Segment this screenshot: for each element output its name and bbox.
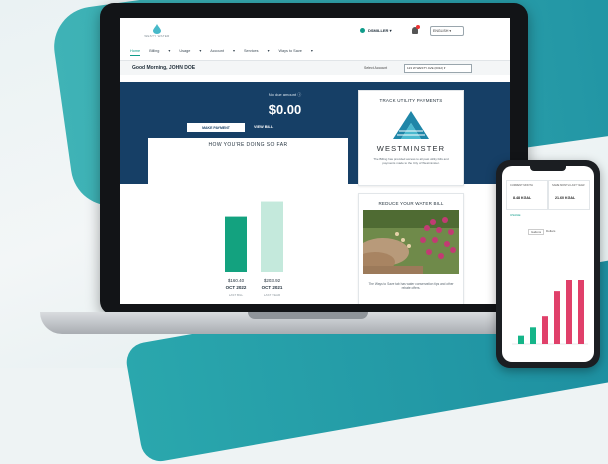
make-payment-button[interactable]: MAKE PAYMENT	[187, 123, 245, 132]
language-select[interactable]: ENGLISH ▾	[430, 26, 464, 36]
westminster-brand: WESTMINSTER	[376, 144, 446, 153]
phone-bar-0[interactable]	[518, 335, 524, 344]
due-amount: $0.00	[268, 102, 302, 117]
track-payments-panel[interactable]: TRACK UTILITY PAYMENTS WESTMINSTER The B…	[358, 90, 464, 186]
phone-usage-chart	[512, 280, 588, 345]
nav-usage[interactable]: Usage ▾	[179, 49, 201, 53]
bar-category-label-0: OCT 2022	[226, 285, 247, 290]
laptop-screen: WESTY WATER DSMILLER ▾ ENGLISH ▾ Home Bi…	[120, 18, 510, 304]
nav-services[interactable]: Services ▾	[244, 49, 270, 53]
greeting-row: Good Morning, JOHN DOE Select Account 12…	[120, 60, 510, 75]
bar-category-label-1: OCT 2021	[262, 285, 283, 290]
nav-usage-label: Usage	[179, 49, 191, 53]
reduce-bill-panel[interactable]: REDUCE YOUR WATER BILL The Ways to Save …	[358, 193, 464, 304]
user-name: DSMILLER	[368, 28, 389, 33]
nav-account[interactable]: Account ▾	[210, 49, 235, 53]
reduce-panel-text: The Ways to Save tab has water conservat…	[368, 282, 454, 291]
garden-photo	[363, 210, 459, 274]
phone-bar-4[interactable]	[566, 280, 572, 344]
bar-0[interactable]	[225, 216, 247, 272]
top-bar: WESTY WATER DSMILLER ▾ ENGLISH ▾	[120, 18, 510, 48]
due-label: No due amount ⓘ	[215, 92, 355, 98]
main-nav: Home Billing ▾ Usage ▾ Account ▾ Service…	[130, 48, 500, 58]
track-panel-title: TRACK UTILITY PAYMENTS	[379, 98, 443, 103]
language-value: ENGLISH	[433, 29, 449, 33]
notification-badge	[416, 25, 420, 29]
nav-services-label: Services	[243, 49, 259, 53]
phone-notch	[530, 166, 566, 171]
view-bill-link[interactable]: VIEW BILL	[254, 125, 273, 129]
greeting: Good Morning, JOHN DOE	[132, 65, 196, 71]
logo-text: WESTY WATER	[144, 34, 170, 38]
info-icon[interactable]: ⓘ	[297, 92, 301, 97]
phone-bar-2[interactable]	[542, 316, 548, 344]
nav-ways-to-save-label: Ways to Save	[278, 49, 302, 53]
user-icon	[360, 28, 365, 34]
bar-value-label-1: $203.92	[264, 278, 281, 283]
nav-ways-to-save[interactable]: Ways to Save ▾	[279, 49, 313, 53]
nav-billing-label: Billing	[149, 49, 160, 53]
water-drop-icon	[153, 24, 161, 34]
bar-1[interactable]	[261, 201, 283, 272]
user-menu[interactable]: DSMILLER ▾	[360, 28, 392, 34]
phone-bar-1[interactable]	[530, 327, 536, 344]
reduce-panel-title: REDUCE YOUR WATER BILL	[378, 201, 444, 206]
usage-chart-card: HOW YOU'RE DOING SO FAR $160.40 OCT 2022 L…	[148, 138, 348, 304]
account-select-label: Select Account	[364, 66, 388, 70]
due-label-text: No due amount	[268, 92, 297, 97]
track-panel-text: The Billing has provided access to all p…	[373, 157, 449, 166]
logo[interactable]: WESTY WATER	[142, 24, 172, 38]
nav-home[interactable]: Home	[130, 49, 141, 56]
bar-sub-label-1: LAST YEAR	[264, 293, 281, 297]
account-select-value: 123 W WESTY AVE (0012)	[407, 66, 444, 70]
bar-sub-label-0: LAST BILL	[229, 293, 244, 297]
phone-bar-3[interactable]	[554, 291, 560, 344]
nav-account-label: Account	[210, 49, 224, 53]
phone-bar-5[interactable]	[578, 280, 584, 344]
laptop-base-notch	[248, 312, 368, 319]
phone-screen: CURRENT MONTH 8.48 KGAL SAME MONTH LAST …	[502, 166, 594, 362]
comparison-bar-chart: $160.40 OCT 2022 LAST BILL $203.92 OCT 2021 L…	[225, 201, 283, 297]
nav-billing[interactable]: Billing ▾	[149, 49, 170, 53]
westminster-logo-icon	[393, 111, 429, 139]
bar-value-label-0: $160.40	[228, 278, 245, 283]
account-select[interactable]: 123 W WESTY AVE (0012) ▾	[404, 64, 472, 73]
